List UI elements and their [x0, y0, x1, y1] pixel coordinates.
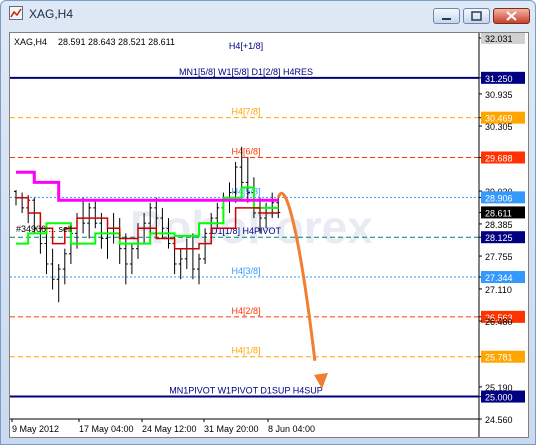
price-tag-label: 25.781	[485, 353, 513, 363]
price-tag-label: 32.031	[485, 34, 513, 44]
chart-window: XAG,H4 RoboForex XAG,H4 28.591 28.643 28…	[0, 0, 536, 445]
time-axis-label: 17 May 04:00	[79, 424, 134, 434]
price-axis-label: 30.935	[485, 90, 513, 100]
price-bar	[233, 161, 238, 203]
murrey-level-label: H4[+1/8]	[229, 41, 263, 51]
price-tag-label: 28.125	[485, 233, 513, 243]
murrey-level-label: H4[2/8]	[231, 306, 260, 316]
chart-window-icon	[9, 6, 23, 20]
price-chart[interactable]: RoboForex XAG,H4 28.591 28.643 28.521 28…	[10, 32, 528, 437]
price-axis-label: 30.305	[485, 122, 513, 132]
price-bar	[44, 233, 49, 275]
order-label: #34906 ... sell	[16, 224, 72, 234]
maximize-icon	[471, 11, 482, 21]
murrey-level-label: H4[1/8]	[231, 346, 260, 356]
price-tag-label: 28.611	[485, 208, 512, 218]
chart-area[interactable]: RoboForex XAG,H4 28.591 28.643 28.521 28…	[9, 32, 529, 438]
price-tag-label: 25.000	[485, 393, 513, 403]
price-bar	[50, 248, 55, 290]
price-tag-label: 31.250	[485, 74, 513, 84]
price-axis-label: 27.110	[485, 285, 512, 295]
price-axis-label: 26.480	[485, 317, 513, 327]
time-axis-label: 8 Jun 04:00	[268, 424, 315, 434]
price-bar	[20, 192, 25, 213]
maximize-button[interactable]	[463, 8, 490, 24]
window-title: XAG,H4	[29, 7, 74, 21]
minimize-icon	[442, 18, 451, 20]
time-axis-label: 9 May 2012	[12, 424, 59, 434]
price-axis-label: 28.385	[485, 220, 513, 230]
time-axis-label: 24 May 12:00	[142, 424, 197, 434]
murrey-level-label: MN1[5/8] W1[5/8] D1[2/8] H4RES	[179, 67, 313, 77]
murrey-level-label: MN1PIVOT W1PIVOT D1SUP H4SUP	[169, 386, 323, 396]
price-tag-label: 28.906	[485, 193, 513, 203]
price-bar	[93, 200, 98, 229]
close-button[interactable]	[493, 8, 530, 24]
close-icon	[506, 11, 517, 21]
time-axis-label: 31 May 20:00	[204, 424, 259, 434]
murrey-level-label: H4[7/8]	[231, 107, 260, 117]
price-axis-label: 27.755	[485, 252, 513, 262]
ohlc-values: 28.591 28.643 28.521 28.611	[58, 37, 175, 47]
price-tag-label: 29.688	[485, 153, 513, 163]
price-bar	[81, 197, 86, 234]
price-axis-label: 24.560	[485, 415, 513, 425]
price-bar	[178, 248, 183, 280]
price-bar	[87, 202, 92, 239]
title-bar[interactable]: XAG,H4	[1, 1, 535, 27]
price-tag-label: 27.344	[485, 273, 513, 283]
symbol-label: XAG,H4	[14, 37, 47, 47]
murrey-level-label: H4[3/8]	[231, 266, 260, 276]
price-bar	[56, 263, 61, 303]
price-bar	[62, 248, 67, 285]
murrey-level-label: H4[6/8]	[231, 146, 260, 156]
price-bar	[197, 253, 201, 285]
minimize-button[interactable]	[433, 8, 460, 24]
